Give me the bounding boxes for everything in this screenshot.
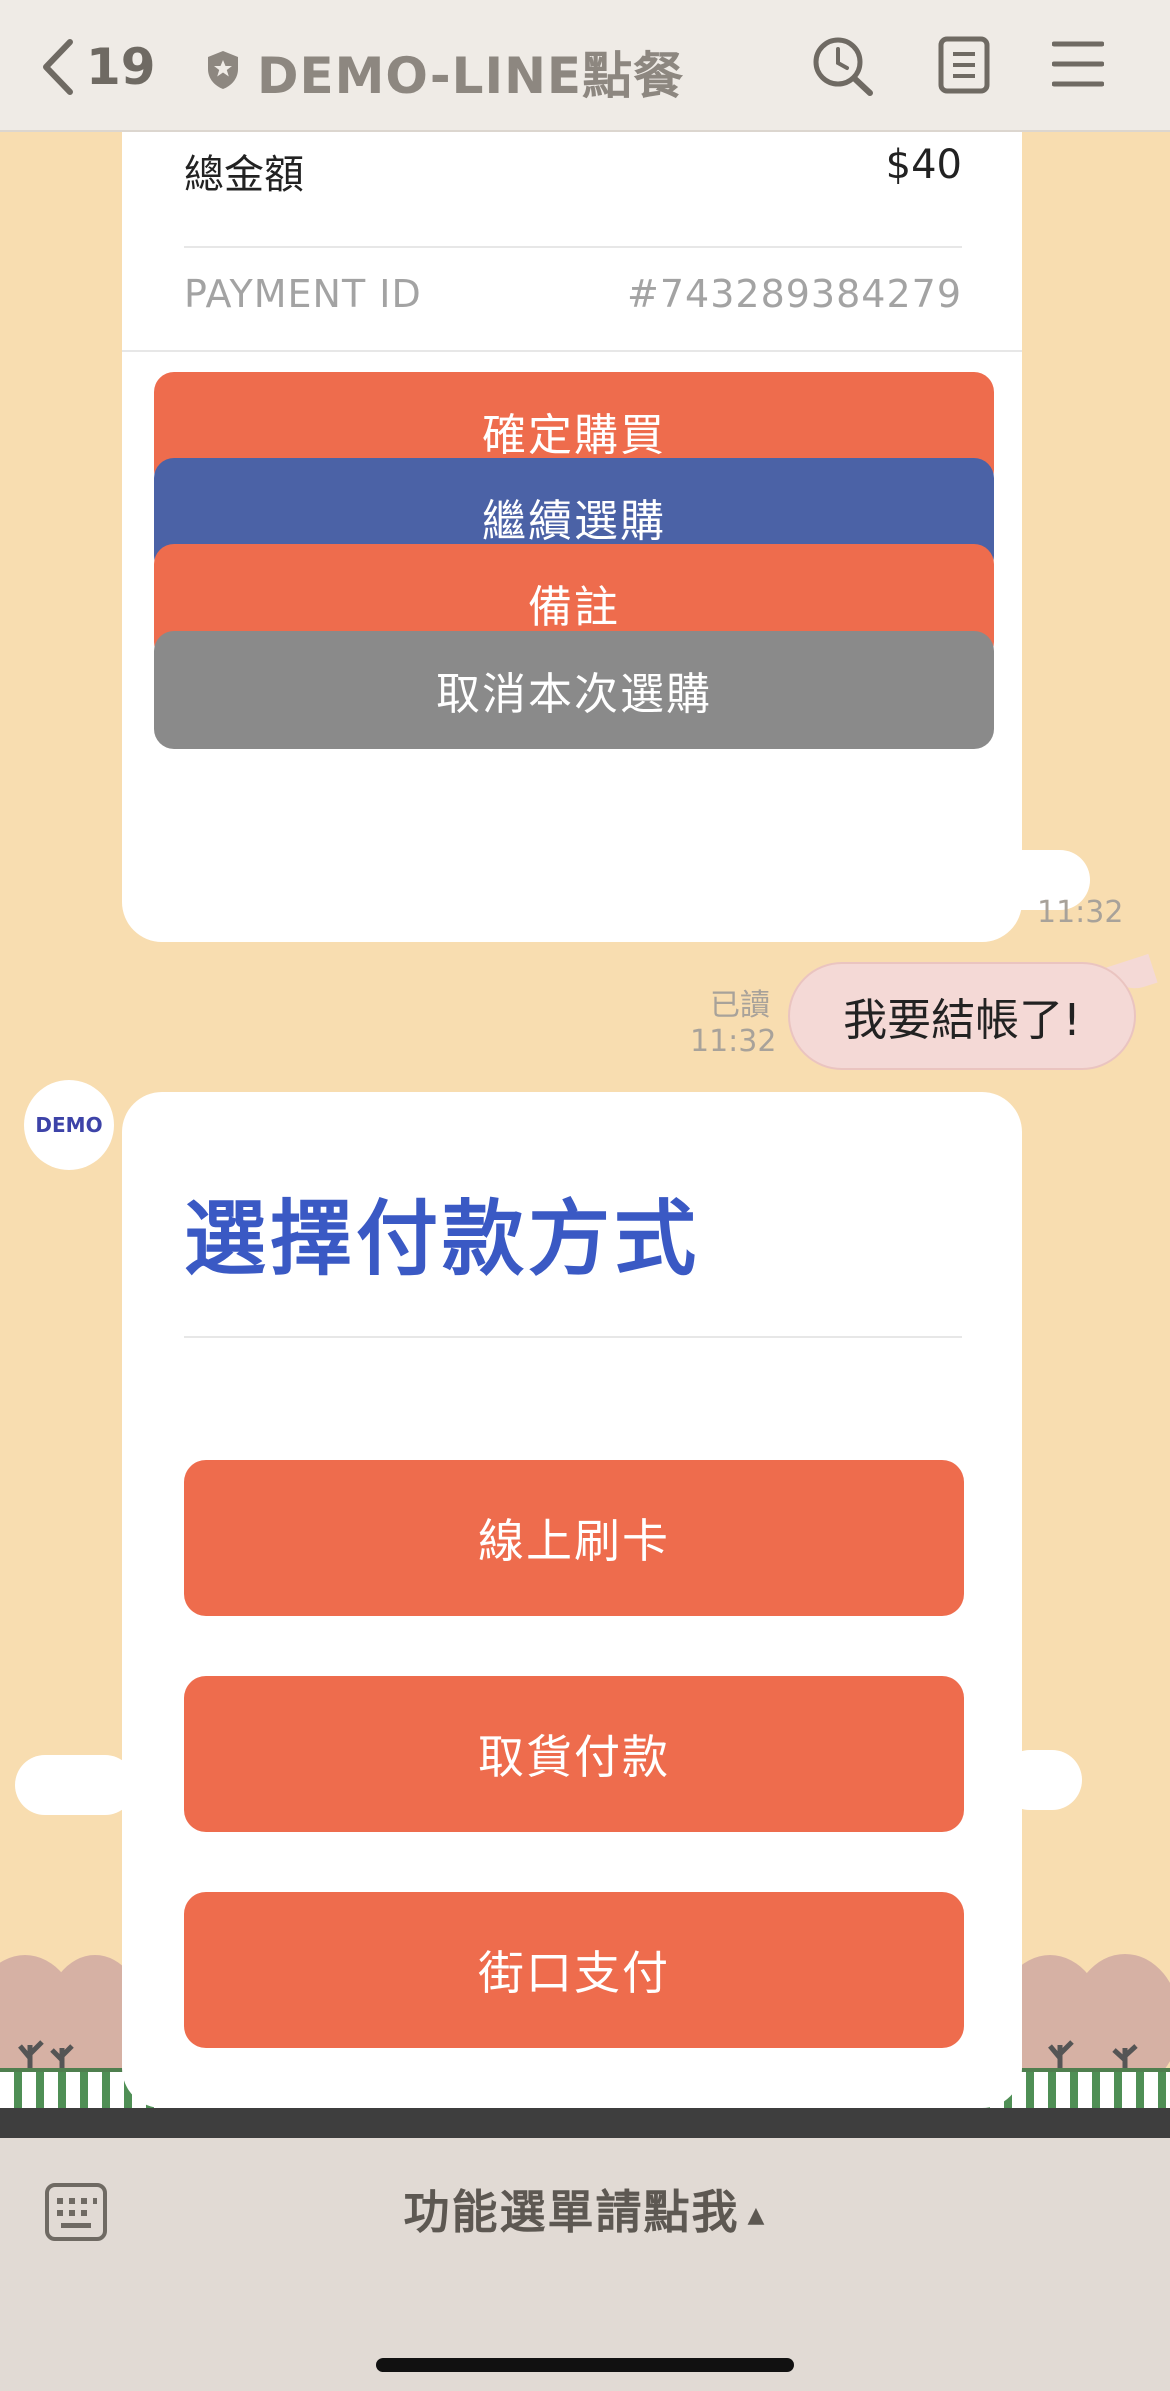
my-message-bubble[interactable]: 我要結帳了!: [788, 962, 1136, 1070]
avatar[interactable]: DEMO: [24, 1080, 114, 1170]
message-time: 11:32: [690, 1024, 777, 1059]
order-summary-card: 總金額 $40 PAYMENT ID #743289384279 確定購買 繼續…: [122, 120, 1022, 942]
cancel-order-button[interactable]: 取消本次選購: [154, 631, 994, 749]
home-indicator[interactable]: [376, 2358, 794, 2372]
chat-header: 19 DEMO-LINE點餐: [0, 0, 1170, 132]
card-title: 選擇付款方式: [184, 1192, 701, 1287]
rich-menu-label: 功能選單請點我: [403, 2185, 740, 2239]
chat-title: DEMO-LINE點餐: [205, 36, 684, 108]
jkopay-button[interactable]: 街口支付: [184, 1892, 964, 2048]
total-value: $40: [885, 142, 962, 188]
message-time: 11:32: [1037, 895, 1124, 930]
note-icon[interactable]: [938, 36, 990, 98]
divider: [184, 1336, 962, 1338]
divider-bar: [0, 2108, 1170, 2138]
back-chevron-icon: [40, 38, 74, 96]
back-button[interactable]: 19: [40, 38, 156, 96]
rich-menu-bar: 功能選單請點我 ▲: [0, 2138, 1170, 2391]
payment-id-label: PAYMENT ID: [184, 272, 422, 316]
shield-icon: [205, 49, 241, 95]
menu-icon[interactable]: [1051, 36, 1105, 96]
divider: [184, 246, 962, 248]
payment-method-card: 選擇付款方式 線上刷卡 取貨付款 街口支付: [122, 1092, 1022, 2108]
payment-id-value: #743289384279: [627, 272, 962, 316]
divider: [122, 350, 1022, 352]
total-label: 總金額: [184, 152, 304, 198]
payment-id-row: PAYMENT ID #743289384279: [184, 272, 962, 316]
caret-up-icon: ▲: [747, 2203, 767, 2228]
cloud-decoration: [15, 1755, 135, 1815]
read-receipt: 已讀 11:32: [690, 988, 777, 1060]
rich-menu-toggle[interactable]: 功能選單請點我 ▲: [0, 2176, 1170, 2242]
search-history-icon[interactable]: [812, 36, 874, 100]
total-row: 總金額 $40: [184, 142, 962, 200]
read-label: 已讀: [710, 988, 770, 1023]
chat-title-text: DEMO-LINE點餐: [257, 47, 685, 105]
credit-card-button[interactable]: 線上刷卡: [184, 1460, 964, 1616]
cash-on-delivery-button[interactable]: 取貨付款: [184, 1676, 964, 1832]
unread-count: 19: [86, 38, 156, 96]
